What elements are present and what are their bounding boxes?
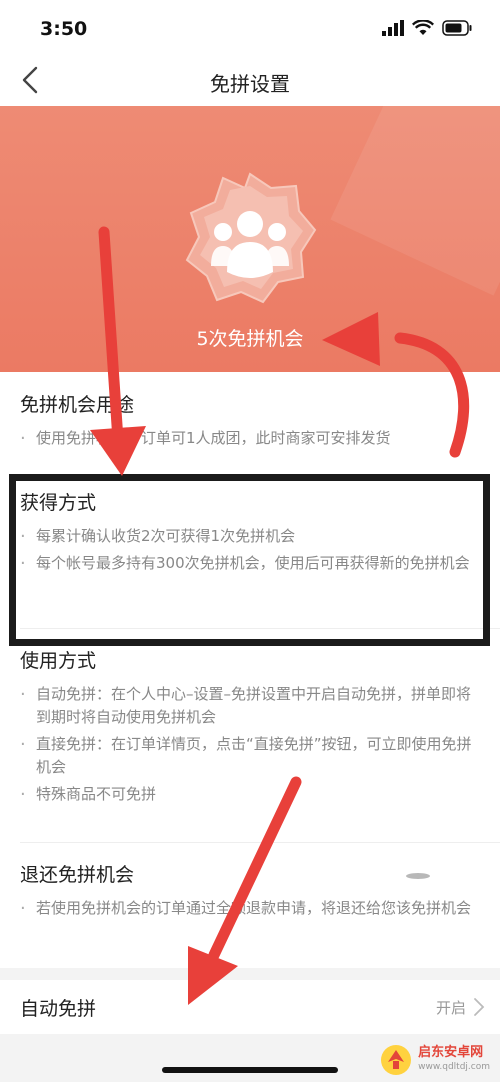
section-method-title: 使用方式	[20, 650, 97, 672]
method-item: 特殊商品不可免拼	[20, 783, 482, 806]
divider	[20, 628, 500, 629]
obtain-item: 每个帐号最多持有300次免拼机会，使用后可再获得新的免拼机会	[20, 552, 482, 575]
divider	[20, 842, 500, 843]
section-refund-title: 退还免拼机会	[20, 864, 135, 886]
status-icons	[382, 20, 472, 36]
method-item: 直接免拼：在订单详情页，点击“直接免拼”按钮，可立即使用免拼机会	[20, 733, 482, 779]
watermark-name: 启东安卓网	[418, 1045, 484, 1060]
hero-decoration	[330, 106, 500, 296]
usage-item: 使用免拼机会，订单可1人成团，此时商家可安排发货	[20, 427, 482, 450]
section-usage: 免拼机会用途 使用免拼机会，订单可1人成团，此时商家可安排发货	[0, 390, 500, 454]
signal-icon	[382, 20, 404, 36]
watermark: 启东安卓网 www.qdltdj.com	[380, 1044, 490, 1076]
auto-free-group-label: 自动免拼	[20, 998, 97, 1020]
section-refund: 退还免拼机会 若使用免拼机会的订单通过全额退款申请，将退还给您该免拼机会	[0, 860, 500, 924]
status-bar: 3:50	[0, 0, 500, 56]
refund-item: 若使用免拼机会的订单通过全额退款申请，将退还给您该免拼机会	[20, 897, 482, 920]
free-group-count: 5次免拼机会	[196, 328, 304, 350]
watermark-url: www.qdltdj.com	[418, 1062, 490, 1072]
group-badge-icon	[185, 172, 317, 304]
nav-bar: 免拼设置	[0, 56, 500, 106]
status-time: 3:50	[40, 18, 88, 40]
section-obtain: 获得方式 每累计确认收货2次可获得1次免拼机会 每个帐号最多持有300次免拼机会…	[0, 488, 500, 579]
section-obtain-title: 获得方式	[20, 492, 97, 514]
auto-free-group-value: 开启	[435, 999, 466, 1017]
watermark-logo-icon	[381, 1045, 412, 1075]
hero-banner: 5次免拼机会	[0, 106, 500, 372]
obtain-item: 每累计确认收货2次可获得1次免拼机会	[20, 525, 482, 548]
section-usage-title: 免拼机会用途	[20, 394, 135, 416]
watermark-text: 启东安卓网 www.qdltdj.com	[418, 1046, 490, 1074]
section-method: 使用方式 自动免拼：在个人中心–设置–免拼设置中开启自动免拼，拼单即将到期时将自…	[0, 646, 500, 810]
battery-icon	[442, 20, 472, 36]
method-item: 自动免拼：在个人中心–设置–免拼设置中开启自动免拼，拼单即将到期时将自动使用免拼…	[20, 683, 482, 729]
chevron-right-icon	[474, 998, 485, 1016]
auto-free-group-row[interactable]: 自动免拼 开启	[0, 980, 500, 1034]
wifi-icon	[412, 20, 434, 35]
section-gap	[0, 968, 500, 980]
home-indicator[interactable]	[162, 1067, 338, 1073]
page-title: 免拼设置	[210, 72, 290, 96]
